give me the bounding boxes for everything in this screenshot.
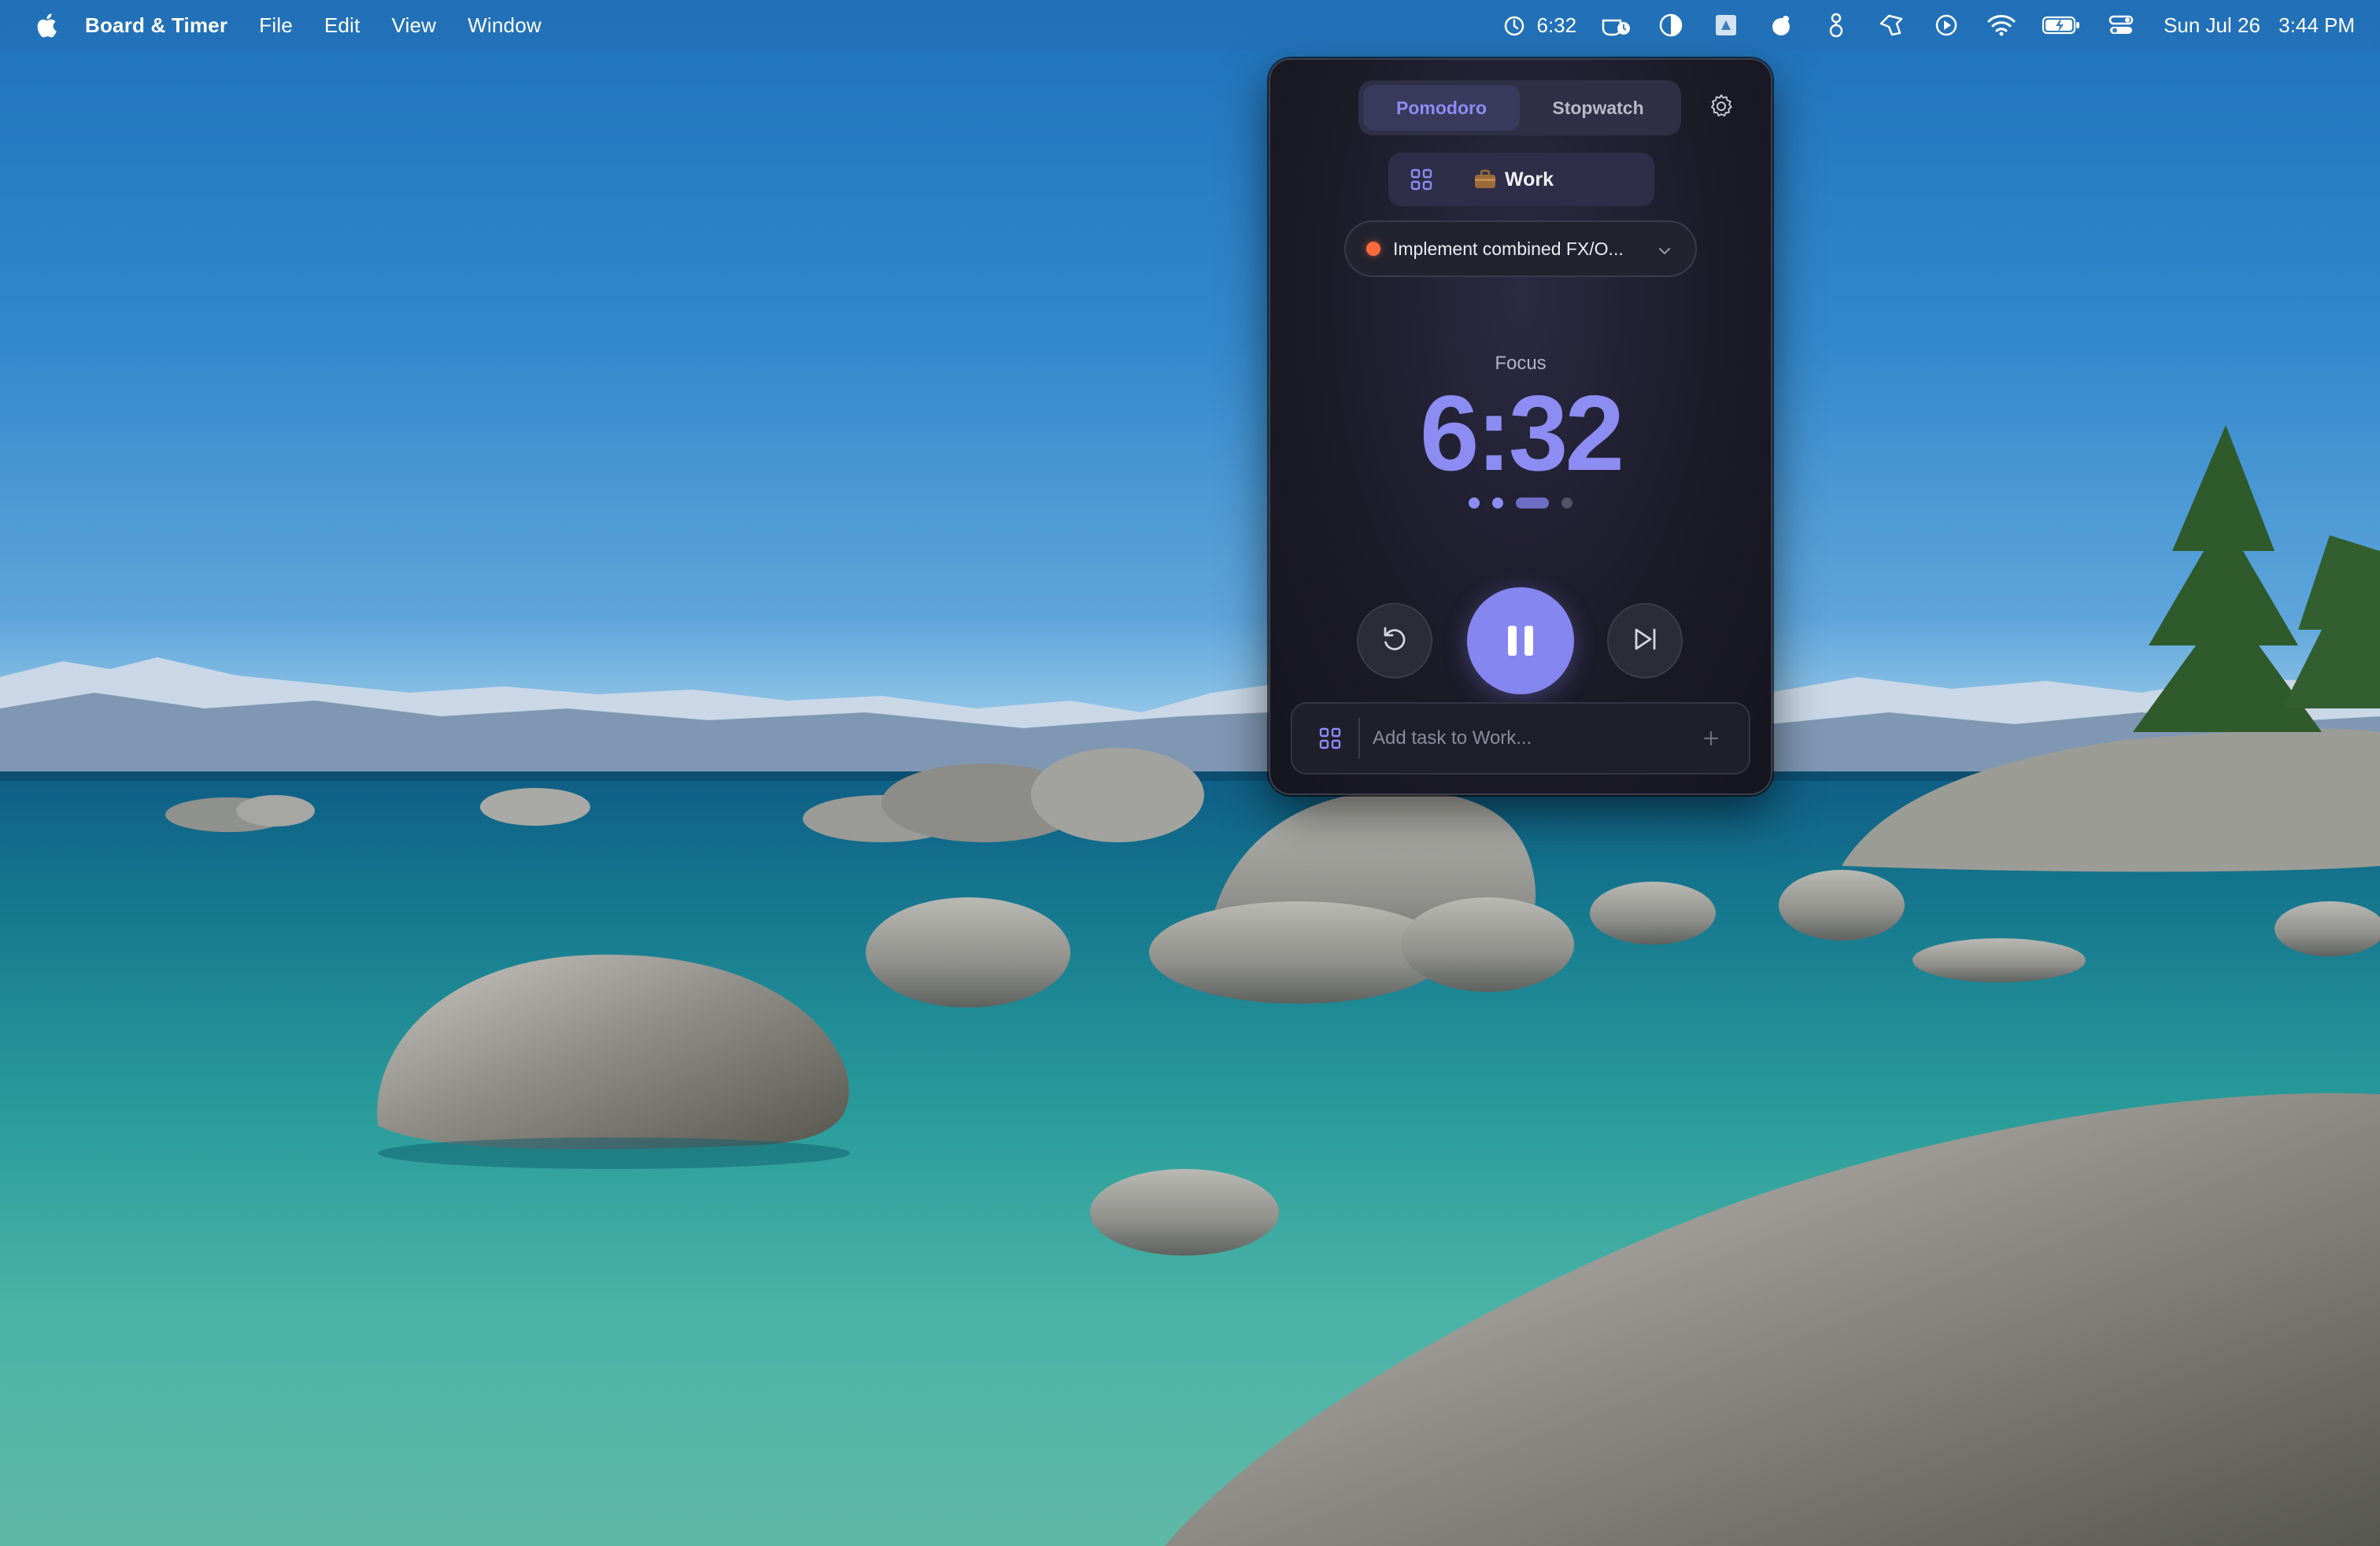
board-grid-icon[interactable] xyxy=(1318,726,1343,751)
menubar-clock[interactable]: Sun Jul 26 3:44 PM xyxy=(2164,13,2355,38)
timer-icon xyxy=(1499,9,1530,41)
desktop-wallpaper xyxy=(0,0,2380,1546)
menu-bar: Board & Timer File Edit View Window 6:32 xyxy=(0,0,2380,50)
session-dot xyxy=(1492,497,1503,509)
current-task-label: Implement combined FX/O... xyxy=(1393,238,1624,259)
window-icon[interactable] xyxy=(1710,9,1742,41)
hand-icon[interactable] xyxy=(1876,9,1907,41)
settings-button[interactable] xyxy=(1702,88,1741,128)
lake-landscape xyxy=(0,425,2380,1546)
add-task-bar xyxy=(1291,702,1750,775)
countdown-display: 6:32 xyxy=(1419,373,1624,493)
view-menu[interactable]: View xyxy=(392,13,437,38)
play-circle-icon[interactable] xyxy=(1931,9,1962,41)
current-task-dropdown[interactable]: Implement combined FX/O... xyxy=(1344,220,1697,277)
mode-segmented-control: Pomodoro Stopwatch xyxy=(1358,80,1681,135)
reset-button[interactable] xyxy=(1357,603,1432,679)
pause-button[interactable] xyxy=(1467,587,1574,694)
plus-icon[interactable] xyxy=(1700,727,1722,749)
timer-status-item[interactable]: 6:32 xyxy=(1499,9,1576,41)
control-center-icon[interactable] xyxy=(2105,9,2137,41)
skip-button[interactable] xyxy=(1607,603,1683,679)
chevron-down-icon xyxy=(1656,242,1673,260)
battery-charging-icon[interactable] xyxy=(2041,9,2082,41)
gitbook-icon[interactable] xyxy=(1820,9,1852,41)
add-task-input[interactable] xyxy=(1371,727,1700,750)
status-area: 6:32 Sun Jul 26 3:44 PM xyxy=(1499,0,2355,50)
grid-icon xyxy=(1409,167,1434,192)
contrast-icon[interactable] xyxy=(1655,9,1687,41)
focus-icon[interactable] xyxy=(1765,9,1797,41)
task-status-dot xyxy=(1366,242,1380,256)
phase-label: Focus xyxy=(1495,353,1547,374)
caffeine-icon[interactable] xyxy=(1600,9,1632,41)
skip-forward-icon xyxy=(1629,623,1661,659)
clock-time: 3:44 PM xyxy=(2278,13,2355,37)
timer-panel: Pomodoro Stopwatch Work Implement combin… xyxy=(1269,58,1772,795)
board-name: Work xyxy=(1473,168,1554,191)
session-dot xyxy=(1516,497,1549,509)
edit-menu[interactable]: Edit xyxy=(324,13,360,38)
session-dot xyxy=(1469,497,1480,509)
tab-stopwatch[interactable]: Stopwatch xyxy=(1520,85,1676,131)
reset-icon xyxy=(1379,623,1410,659)
session-dot xyxy=(1561,497,1572,509)
gear-icon xyxy=(1708,93,1735,124)
wifi-icon[interactable] xyxy=(1986,9,2017,41)
tab-pomodoro[interactable]: Pomodoro xyxy=(1363,85,1520,131)
briefcase-icon xyxy=(1473,169,1497,190)
divider xyxy=(1358,718,1360,759)
apple-menu-icon[interactable] xyxy=(30,9,61,41)
board-label: Work xyxy=(1505,168,1554,190)
window-menu[interactable]: Window xyxy=(468,13,541,38)
file-menu[interactable]: File xyxy=(259,13,293,38)
pause-icon xyxy=(1504,626,1537,656)
timer-readout: 6:32 xyxy=(1536,13,1577,37)
app-menu[interactable]: Board & Timer xyxy=(85,13,227,38)
session-progress-dots xyxy=(1270,497,1771,509)
board-selector[interactable]: Work xyxy=(1388,153,1654,206)
clock-date: Sun Jul 26 xyxy=(2164,13,2260,37)
